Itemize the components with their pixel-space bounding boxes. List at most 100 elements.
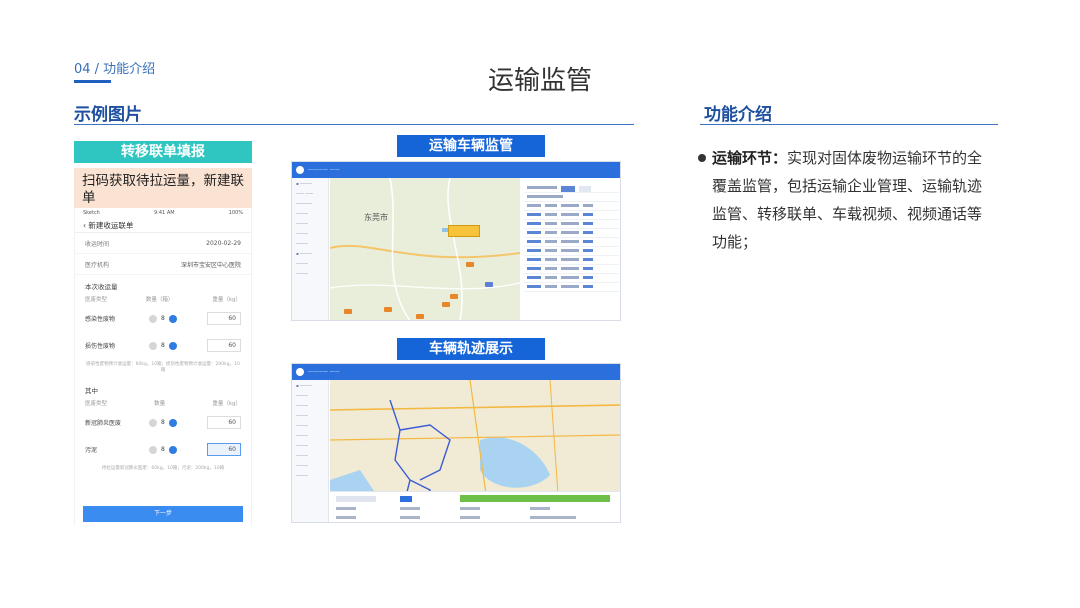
truck-icon[interactable] — [485, 282, 493, 287]
waste-type: 污泥 — [85, 447, 98, 454]
sidebar-item[interactable]: —— —— — [292, 188, 328, 198]
sidebar-item[interactable]: ——— — [292, 420, 328, 430]
weight-input[interactable]: 60 — [207, 312, 241, 325]
sidebar-item[interactable]: ——— — [292, 460, 328, 470]
table-row[interactable] — [524, 256, 619, 265]
weight-input[interactable]: 60 — [207, 416, 241, 429]
sidebar-item[interactable]: ▪ ——— — [292, 248, 328, 258]
sidebar-item[interactable]: ——— — [292, 228, 328, 238]
table-row[interactable] — [524, 220, 619, 229]
table-row[interactable] — [524, 238, 619, 247]
feature-lead: 运输环节： — [712, 149, 788, 167]
page-title: 运输监管 — [487, 66, 592, 96]
result-cell — [460, 516, 480, 519]
weight-input[interactable]: 60 — [207, 339, 241, 352]
track-query-panel — [330, 491, 620, 522]
table-row[interactable] — [524, 274, 619, 283]
weight-input[interactable]: 60 — [207, 443, 241, 456]
app-title-placeholder: ———— —— — [308, 167, 340, 173]
count-value: 8 — [161, 315, 165, 322]
table-row[interactable] — [524, 211, 619, 220]
table-row[interactable] — [524, 247, 619, 256]
waste-item-row: 损伤性废物 8 60 — [75, 332, 251, 359]
query-button[interactable] — [400, 496, 412, 502]
date-input[interactable] — [336, 496, 376, 502]
sidebar-item[interactable]: ——— — [292, 390, 328, 400]
sidebar-item[interactable]: ——— — [292, 208, 328, 218]
field-row[interactable]: 医疗机构 深圳市宝安区中心医院 — [75, 254, 251, 275]
increment-button[interactable] — [168, 314, 177, 323]
vehicle-track-screenshot: ———— —— ▪ ——— ——— ——— ——— ——— ——— ——— ——… — [291, 363, 621, 523]
header-count: 数量 — [154, 401, 166, 407]
table-toolbar — [524, 184, 619, 193]
increment-button[interactable] — [168, 341, 177, 350]
table-row[interactable] — [524, 265, 619, 274]
city-label: 东莞市 — [364, 213, 388, 222]
sidebar-item[interactable]: ——— — [292, 268, 328, 278]
sidebar-item[interactable]: ——— — [292, 258, 328, 268]
truck-icon[interactable] — [442, 302, 450, 307]
count-value: 8 — [161, 446, 165, 453]
breadcrumb: 04 / 功能介绍 — [74, 62, 156, 77]
result-cell — [400, 507, 420, 510]
truck-icon[interactable] — [344, 309, 352, 314]
feature-description: 运输环节：实现对固体废物运输环节的全覆盖监管，包括运输企业管理、运输轨迹监管、转… — [712, 144, 994, 256]
result-cell — [400, 516, 420, 519]
decrement-button[interactable] — [149, 418, 157, 427]
vehicle-map[interactable]: 东莞市 — [330, 178, 520, 320]
map-roads — [330, 178, 520, 320]
examples-section-divider — [74, 124, 634, 125]
app-sidebar: ▪ ——— —— —— ———— ——— ——— ——— ——— ▪ ——— —… — [292, 178, 329, 320]
field-value: 深圳市宝安区中心医院 — [180, 261, 241, 269]
header-type: 医废类型 — [85, 297, 108, 303]
field-row[interactable]: 收运时间 2020-02-29 — [75, 233, 251, 254]
sidebar-item[interactable]: ▪ ——— — [292, 380, 328, 390]
increment-button[interactable] — [168, 445, 177, 454]
status-bar: Sketch 9:41 AM 100% — [75, 208, 251, 218]
sidebar-item[interactable]: ▪ ——— — [292, 178, 328, 188]
field-value: 2020-02-29 — [206, 239, 241, 247]
features-section-title: 功能介绍 — [704, 105, 772, 125]
sidebar-item[interactable]: ——— — [292, 218, 328, 228]
app-title-placeholder: ———— —— — [308, 369, 340, 375]
waste-type: 感染性废物 — [85, 316, 116, 323]
app-header: ———— —— — [292, 162, 620, 178]
sidebar-item[interactable]: ———— — [292, 198, 328, 208]
count-value: 8 — [161, 342, 165, 349]
truck-icon[interactable] — [466, 262, 474, 267]
field-label: 收运时间 — [85, 240, 110, 248]
field-label: 医疗机构 — [85, 261, 110, 269]
track-map[interactable] — [330, 380, 620, 522]
track-progress-bar[interactable] — [460, 495, 610, 502]
vehicle-info-popup[interactable] — [448, 225, 480, 237]
decrement-button[interactable] — [149, 445, 157, 454]
result-cell — [530, 516, 576, 519]
mobile-screenshot: Sketch 9:41 AM 100% ‹ 新建收运联单 收运时间 2020-0… — [74, 208, 252, 526]
next-step-button[interactable]: 下一步 — [83, 506, 243, 522]
decrement-button[interactable] — [149, 314, 157, 323]
collection-section-title: 本次收运量 — [85, 283, 118, 291]
waste-type: 新冠肺炎医废 — [85, 420, 122, 427]
mobile-screen-title[interactable]: ‹ 新建收运联单 — [75, 218, 251, 233]
header-type: 医废类型 — [85, 401, 108, 407]
truck-icon[interactable] — [384, 307, 392, 312]
sidebar-item[interactable]: ——— — [292, 238, 328, 248]
truck-icon[interactable] — [416, 314, 424, 319]
increment-button[interactable] — [168, 418, 177, 427]
sidebar-item[interactable]: ——— — [292, 410, 328, 420]
subset-headers: 医废类型 数量 重量（kg） — [75, 397, 251, 409]
vehicle-supervision-screenshot: ———— —— ▪ ——— —— —— ———— ——— ——— ——— ———… — [291, 161, 621, 321]
sidebar-item[interactable]: ——— — [292, 470, 328, 480]
sidebar-item[interactable]: ——— — [292, 400, 328, 410]
subset-hint: 待拉运量新冠肺炎医废：60kg，10箱；污泥：200kg，10箱 — [101, 466, 225, 471]
table-row[interactable] — [524, 283, 619, 292]
sidebar-item[interactable]: ——— — [292, 450, 328, 460]
app-sidebar: ▪ ——— ——— ——— ——— ——— ——— ——— ——— ——— ——… — [292, 380, 329, 522]
result-cell — [336, 507, 356, 510]
header-count: 数量（箱） — [145, 297, 174, 303]
sidebar-item[interactable]: ——— — [292, 430, 328, 440]
truck-icon[interactable] — [450, 294, 458, 299]
table-row[interactable] — [524, 229, 619, 238]
decrement-button[interactable] — [149, 341, 157, 350]
sidebar-item[interactable]: ——— — [292, 440, 328, 450]
